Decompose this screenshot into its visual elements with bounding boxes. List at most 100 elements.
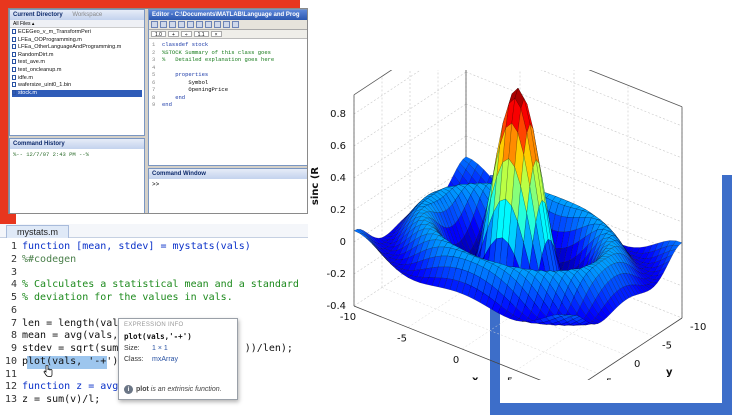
editor-tab-strip: mystats.m xyxy=(0,224,308,238)
code-text: % Calculates a statistical mean and a st… xyxy=(22,279,299,291)
command-prompt[interactable]: >> xyxy=(149,179,307,190)
editor-code-line[interactable]: 6 Symbol xyxy=(152,79,304,87)
file-list-item[interactable]: LFEa_OtherLanguageAndProgramming.m xyxy=(12,44,142,52)
file-list-item[interactable]: LFEa_OOProgramming.m xyxy=(12,37,142,45)
undo-icon[interactable] xyxy=(205,21,212,28)
editor-code-line[interactable]: 2 %STOCK Summary of this class goes xyxy=(152,49,304,57)
tick-label: -10 xyxy=(690,322,706,333)
file-icon xyxy=(12,82,16,88)
line-number: 1 xyxy=(10,241,17,252)
tab-mystats[interactable]: mystats.m xyxy=(6,225,70,238)
file-name: LFEa_OOProgramming.m xyxy=(18,36,82,43)
file-name: LFEa_OtherLanguageAndProgramming.m xyxy=(18,44,122,51)
print-icon[interactable] xyxy=(223,21,230,28)
cell-mode-field[interactable]: + xyxy=(167,31,179,38)
all-files-header[interactable]: All Files ▴ xyxy=(10,20,144,28)
command-window-pane: Command Window >> xyxy=(148,168,307,213)
code-line[interactable]: 2 %#codegen xyxy=(0,254,308,267)
footer-text: is an extrinsic function. xyxy=(150,386,222,393)
workspace-tab[interactable]: Workspace xyxy=(72,12,102,18)
line-number: 3 xyxy=(152,56,156,63)
file-list-item[interactable]: wafersize_uint0_1.bin xyxy=(12,82,142,90)
line-number: 12 xyxy=(4,381,17,393)
code-line[interactable]: 1 function [mean, stdev] = mystats(vals) xyxy=(0,241,308,254)
tick-label: -5 xyxy=(397,334,407,345)
save-icon[interactable] xyxy=(169,21,176,28)
code-line[interactable]: 6 xyxy=(0,305,308,318)
line-number: 6 xyxy=(10,304,17,316)
command-history-title[interactable]: Command History xyxy=(10,139,144,149)
file-list-item[interactable]: stock.m xyxy=(12,89,142,98)
file-list-item[interactable]: idfe.m xyxy=(12,75,142,83)
tick-label: 0.2 xyxy=(330,205,346,216)
tooltip-size-row: Size: 1 × 1 xyxy=(124,345,232,352)
editor-code-line[interactable]: 8 end xyxy=(152,94,304,102)
tick-label: 0 xyxy=(340,237,346,248)
code-line[interactable]: 5 % deviation for the values in vals. xyxy=(0,292,308,305)
code-line[interactable]: 4 % Calculates a statistical mean and a s… xyxy=(0,279,308,292)
command-history-pane: Command History %-- 12/7/07 2:43 PM --% xyxy=(9,138,145,213)
open-file-icon[interactable] xyxy=(160,21,167,28)
z-axis-label: sinc (R xyxy=(310,167,321,205)
tick-label: 5 xyxy=(507,377,513,381)
history-entry[interactable]: %-- 12/7/07 2:43 PM --% xyxy=(10,149,144,160)
editor-code-line[interactable]: 3 % Detailed explanation goes here xyxy=(152,56,304,64)
find-icon[interactable] xyxy=(232,21,239,28)
code-text: % deviation for the values in vals. xyxy=(22,292,233,303)
editor-title[interactable]: Editor - C:\Documents\MATLAB\Language an… xyxy=(149,10,307,20)
file-name: ECEGeo_v_m_TransformPeri xyxy=(18,29,91,35)
tooltip-header: EXPRESSION INFO xyxy=(124,322,184,328)
cut-icon[interactable] xyxy=(178,21,185,28)
hand-cursor-icon xyxy=(43,365,53,377)
file-list-item[interactable]: RandomDirt.m xyxy=(12,52,142,60)
file-name: stock.m xyxy=(18,89,37,96)
class-label: Class: xyxy=(124,356,144,363)
line-number: 5 xyxy=(10,292,17,303)
editor-code-line[interactable]: 7 OpeningPrice xyxy=(152,86,304,94)
file-list-item[interactable]: test_ave.m xyxy=(12,59,142,67)
size-value: 1 × 1 xyxy=(152,345,168,352)
editor-code-line[interactable]: 1 classdef stock xyxy=(152,41,304,49)
line-number: 2 xyxy=(152,48,156,56)
code-text: OpeningPrice xyxy=(162,86,229,93)
tick-label: 0.8 xyxy=(330,109,346,120)
line-number: 9 xyxy=(10,343,17,354)
tick-label: 0 xyxy=(453,355,459,366)
redo-icon[interactable] xyxy=(214,21,221,28)
paste-icon[interactable] xyxy=(196,21,203,28)
line-number: 1 xyxy=(152,41,156,48)
code-text: %STOCK Summary of this class goes xyxy=(162,48,271,56)
file-list-item[interactable]: test_oncleanup.m xyxy=(12,67,142,75)
cell-mode-field[interactable]: 1.0 xyxy=(151,31,166,38)
code-line[interactable]: 3 xyxy=(0,267,308,280)
current-directory-title[interactable]: Current Directory Workspace xyxy=(10,10,144,20)
file-icon xyxy=(12,44,16,50)
file-list: ECEGeo_v_m_TransformPeri LFEa_OOProgrammi… xyxy=(10,28,144,98)
tick-label: 0.4 xyxy=(330,173,346,184)
editor-code-line[interactable]: 4 xyxy=(152,64,304,72)
editor-code-line[interactable]: 5 properties xyxy=(152,71,304,79)
tick-label: 5 xyxy=(606,378,612,381)
tick-label: 0 xyxy=(634,359,640,370)
cell-mode-field[interactable]: 1.1 xyxy=(193,31,209,38)
code-text: z = sum(v)/l; xyxy=(22,394,101,405)
editor-toolbar xyxy=(149,20,307,30)
line-number: 7 xyxy=(152,86,156,93)
cell-mode-field[interactable]: ÷ xyxy=(180,31,192,38)
file-icon xyxy=(12,67,16,73)
x-axis-label: x xyxy=(472,375,479,380)
footer-function-name: plot xyxy=(136,386,149,393)
file-list-item[interactable]: ECEGeo_v_m_TransformPeri xyxy=(12,29,142,37)
file-icon xyxy=(12,59,16,65)
file-icon xyxy=(12,74,16,80)
cell-mode-field[interactable]: × xyxy=(210,31,222,38)
command-window-title[interactable]: Command Window xyxy=(149,169,307,179)
tick-label: -0.4 xyxy=(326,301,346,312)
editor-code[interactable]: 1 classdef stock 2 %STOCK Summary of this c… xyxy=(149,39,307,111)
copy-icon[interactable] xyxy=(187,21,194,28)
size-label: Size: xyxy=(124,345,140,352)
code-text: properties xyxy=(162,71,209,78)
tick-label: -5 xyxy=(662,341,672,352)
new-file-icon[interactable] xyxy=(151,21,158,28)
editor-code-line[interactable]: 9 end xyxy=(152,101,304,109)
